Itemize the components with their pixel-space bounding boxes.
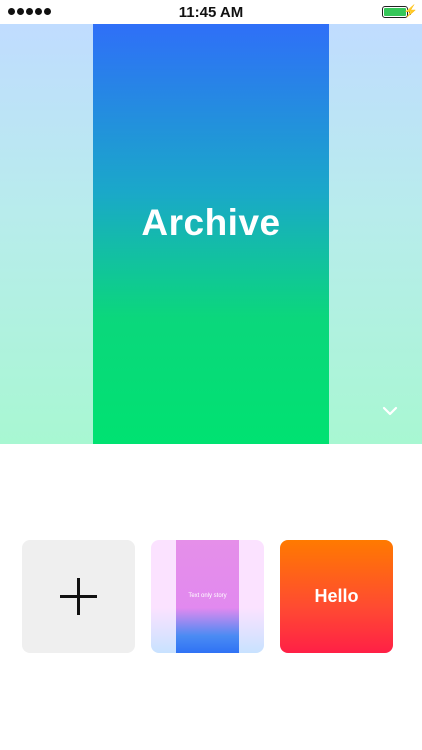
story-card-text-only[interactable]: Text only story	[151, 540, 264, 653]
archive-hero[interactable]: Archive	[0, 24, 422, 444]
add-story-button[interactable]	[22, 540, 135, 653]
status-time: 11:45 AM	[178, 4, 244, 21]
story-card-hello[interactable]: Hello	[280, 540, 393, 653]
charging-icon: ⚡	[403, 4, 418, 18]
chevron-down-icon[interactable]	[381, 402, 399, 420]
story-cards: Text only story Hello	[0, 540, 422, 654]
archive-cover[interactable]: Archive	[93, 24, 329, 444]
story-card-label: Hello	[314, 586, 359, 606]
story-card-label: Text only story	[188, 593, 227, 599]
status-bar: 11:45 AM ⚡	[0, 0, 422, 24]
archive-title: Archive	[141, 202, 281, 243]
plus-icon	[60, 578, 97, 615]
